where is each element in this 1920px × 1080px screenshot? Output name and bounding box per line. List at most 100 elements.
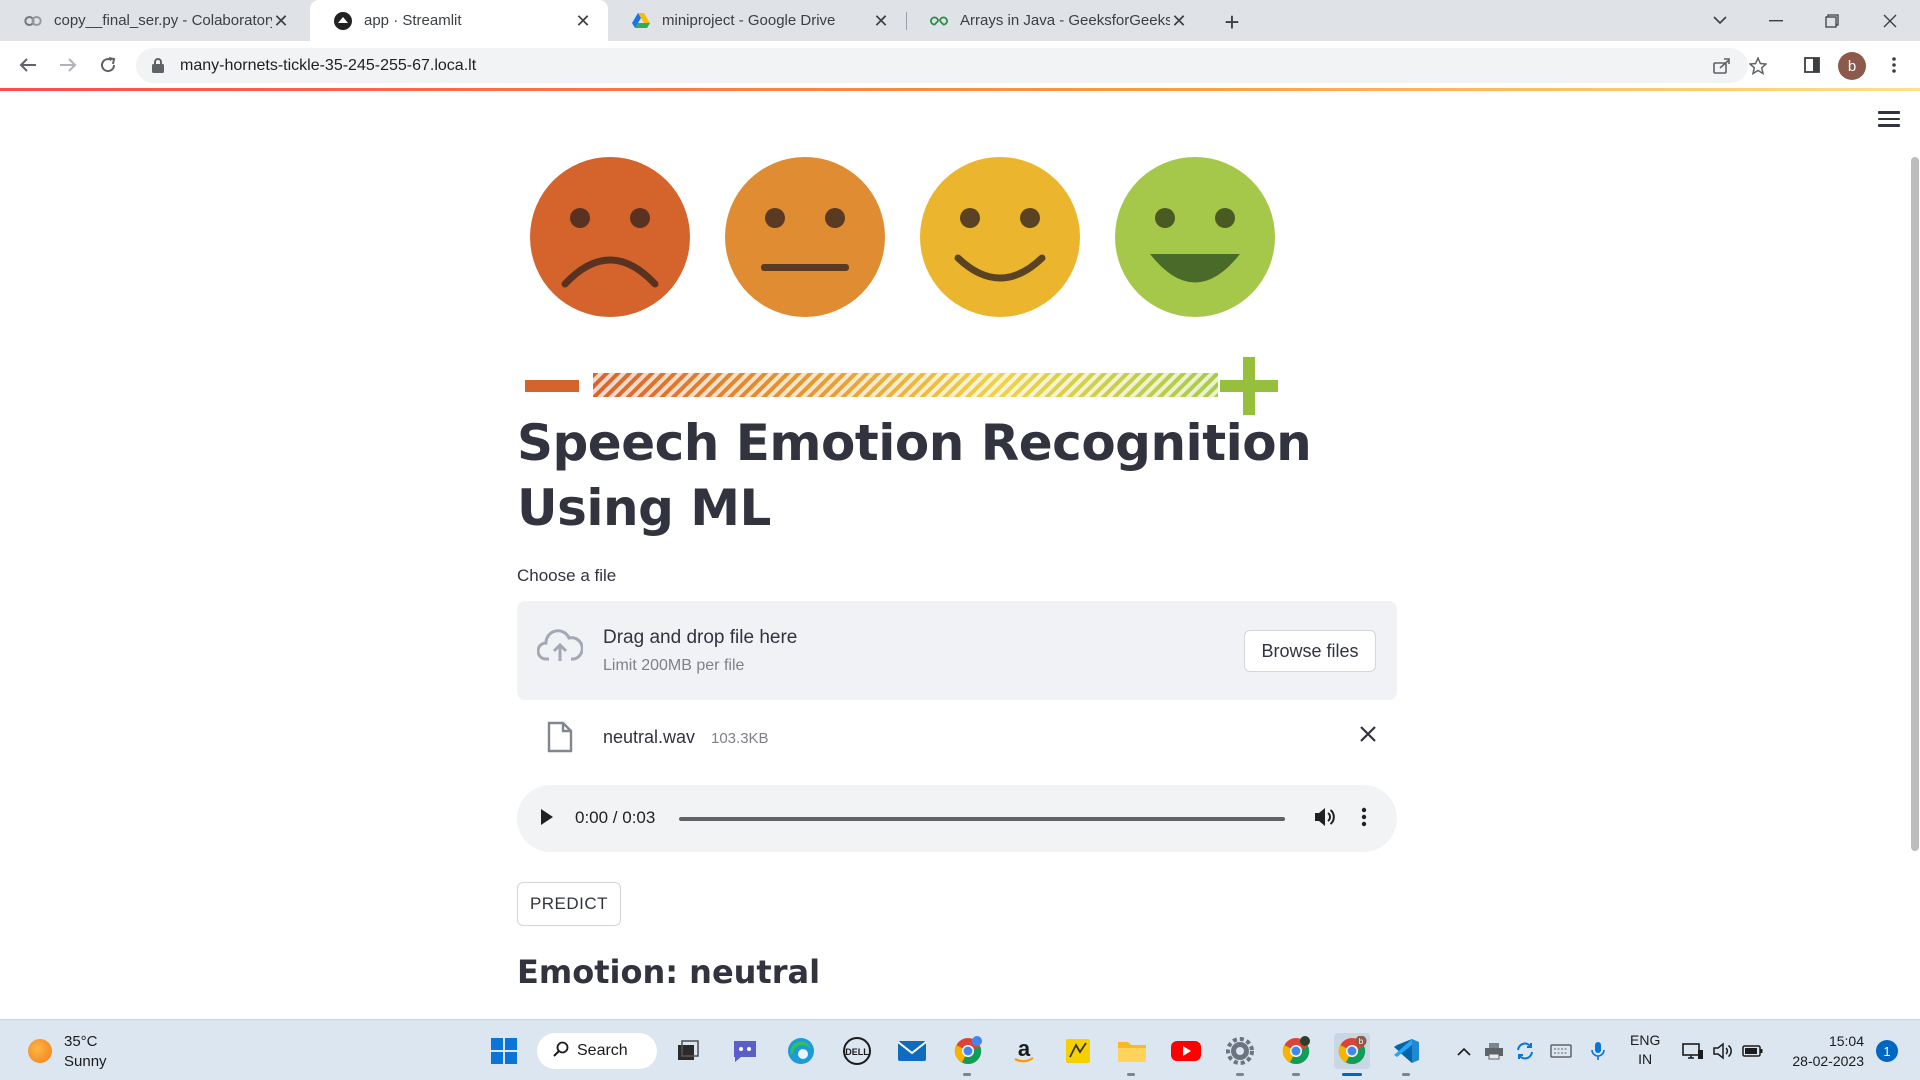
- side-panel-icon[interactable]: [1796, 49, 1828, 81]
- youtube-icon[interactable]: [1168, 1033, 1204, 1069]
- network-icon[interactable]: [1680, 1033, 1706, 1069]
- chrome-profile-b-icon[interactable]: b: [1334, 1033, 1370, 1069]
- task-view-icon[interactable]: [670, 1033, 706, 1069]
- url-text: many-hornets-tickle-35-245-255-67.loca.l…: [180, 56, 477, 74]
- emotion-scale-banner-image: [525, 157, 1278, 415]
- weather-sun-icon[interactable]: [28, 1039, 52, 1063]
- browser-tab-strip: copy__final_ser.py - Colaboratory ✕ app …: [0, 0, 1920, 41]
- streamlit-page: Speech Emotion Recognition Using ML Choo…: [0, 91, 1920, 1019]
- google-drive-icon: [632, 12, 650, 30]
- running-indicator: [1402, 1073, 1410, 1076]
- geeksforgeeks-icon: [930, 12, 948, 30]
- emotion-result-heading: Emotion: neutral: [517, 953, 821, 991]
- file-size: 103.3KB: [711, 730, 769, 747]
- weather-temperature[interactable]: 35°C: [64, 1033, 98, 1050]
- predict-button[interactable]: PREDICT: [517, 882, 621, 926]
- volume-tray-icon[interactable]: [1710, 1033, 1736, 1069]
- bookmark-star-icon[interactable]: [1742, 48, 1774, 83]
- language-region: IN: [1638, 1051, 1653, 1067]
- share-icon[interactable]: [1706, 48, 1738, 83]
- svg-text:a: a: [1018, 1037, 1031, 1061]
- page-scrollbar[interactable]: [1911, 157, 1919, 851]
- language-code: ENG: [1630, 1032, 1661, 1048]
- streamlit-icon: [334, 11, 352, 30]
- search-icon: [553, 1041, 569, 1062]
- close-tab-icon[interactable]: ✕: [272, 12, 290, 30]
- tab-colab[interactable]: copy__final_ser.py - Colaboratory ✕: [0, 0, 306, 41]
- tab-google-drive[interactable]: miniproject - Google Drive ✕: [608, 0, 906, 41]
- browse-files-button[interactable]: Browse files: [1244, 630, 1376, 672]
- menu-kebab-icon[interactable]: [1878, 49, 1910, 81]
- running-indicator: [1236, 1073, 1244, 1076]
- mail-icon[interactable]: [894, 1033, 930, 1069]
- minimize-button[interactable]: [1748, 0, 1804, 41]
- svg-text:DELL: DELL: [845, 1047, 869, 1057]
- sticky-notes-icon[interactable]: [1060, 1033, 1096, 1069]
- file-icon: [547, 721, 573, 758]
- notification-badge[interactable]: 1: [1876, 1040, 1898, 1062]
- running-indicator: [1127, 1073, 1135, 1076]
- file-name: neutral.wav: [603, 727, 696, 747]
- printer-icon[interactable]: [1482, 1033, 1506, 1069]
- audio-seek-slider[interactable]: [679, 817, 1285, 821]
- uploaded-file-item: neutral.wav 103.3KB: [517, 711, 1397, 761]
- tab-streamlit[interactable]: app · Streamlit ✕: [310, 0, 608, 41]
- chrome-profile-c-icon[interactable]: [950, 1033, 986, 1069]
- new-tab-button[interactable]: +: [1218, 7, 1246, 37]
- running-indicator: [963, 1073, 971, 1076]
- taskbar-search[interactable]: Search: [537, 1033, 657, 1069]
- close-tab-icon[interactable]: ✕: [1170, 12, 1188, 30]
- close-tab-icon[interactable]: ✕: [872, 12, 890, 30]
- remove-file-icon[interactable]: [1353, 719, 1383, 749]
- chrome-badge: b: [1359, 1037, 1364, 1046]
- running-indicator-active: [1342, 1073, 1362, 1076]
- vscode-icon[interactable]: [1388, 1033, 1424, 1069]
- clock-time: 15:04: [1828, 1033, 1864, 1049]
- windows-taskbar: 35°C Sunny Search DELL a b ENG IN 15:04 …: [0, 1019, 1920, 1080]
- file-dropzone[interactable]: Drag and drop file here Limit 200MB per …: [517, 601, 1397, 700]
- lock-icon[interactable]: [152, 58, 166, 73]
- colab-icon: [24, 12, 42, 30]
- audio-time: 0:00 / 0:03: [575, 808, 656, 827]
- audio-more-options-icon[interactable]: [1361, 807, 1367, 832]
- settings-gear-icon[interactable]: [1222, 1033, 1258, 1069]
- tab-title: miniproject - Google Drive: [662, 12, 836, 29]
- back-arrow-icon[interactable]: [12, 49, 44, 81]
- address-bar[interactable]: many-hornets-tickle-35-245-255-67.loca.l…: [136, 48, 1767, 83]
- chrome-icon[interactable]: [1278, 1033, 1314, 1069]
- battery-icon[interactable]: [1740, 1033, 1766, 1069]
- keyboard-icon[interactable]: [1548, 1033, 1574, 1069]
- profile-avatar[interactable]: b: [1838, 52, 1866, 80]
- file-uploader-label: Choose a file: [517, 566, 617, 585]
- audio-player: 0:00 / 0:03: [517, 785, 1397, 852]
- weather-condition[interactable]: Sunny: [64, 1053, 107, 1070]
- hamburger-menu-icon[interactable]: [1878, 111, 1900, 127]
- cloud-upload-icon: [536, 629, 584, 668]
- sync-icon[interactable]: [1512, 1033, 1538, 1069]
- amazon-icon[interactable]: a: [1006, 1033, 1042, 1069]
- teams-chat-icon[interactable]: [727, 1033, 763, 1069]
- system-clock[interactable]: 15:04 28-02-2023: [1780, 1031, 1864, 1071]
- play-icon[interactable]: [539, 807, 555, 832]
- close-tab-icon[interactable]: ✕: [574, 12, 592, 30]
- running-indicator: [1292, 1073, 1300, 1076]
- microphone-icon[interactable]: [1586, 1033, 1610, 1069]
- show-hidden-icons-chevron[interactable]: [1452, 1033, 1476, 1069]
- forward-arrow-icon[interactable]: [52, 49, 84, 81]
- windows-start-icon[interactable]: [486, 1033, 522, 1069]
- browser-toolbar: many-hornets-tickle-35-245-255-67.loca.l…: [0, 41, 1920, 89]
- dell-icon[interactable]: DELL: [839, 1033, 875, 1069]
- file-explorer-icon[interactable]: [1114, 1033, 1150, 1069]
- dropzone-limit: Limit 200MB per file: [603, 657, 745, 674]
- volume-icon[interactable]: [1313, 806, 1337, 833]
- tab-geeksforgeeks[interactable]: Arrays in Java - GeeksforGeeks ✕: [906, 0, 1204, 41]
- clock-date: 28-02-2023: [1792, 1053, 1864, 1069]
- input-language-indicator[interactable]: ENG IN: [1630, 1031, 1660, 1069]
- close-window-button[interactable]: [1862, 0, 1918, 41]
- dropzone-instructions: Drag and drop file here: [603, 627, 798, 648]
- tab-search-icon[interactable]: [1692, 0, 1748, 41]
- tab-title: app · Streamlit: [364, 12, 462, 29]
- edge-browser-icon[interactable]: [783, 1033, 819, 1069]
- restore-button[interactable]: [1804, 0, 1860, 41]
- reload-icon[interactable]: [92, 49, 124, 81]
